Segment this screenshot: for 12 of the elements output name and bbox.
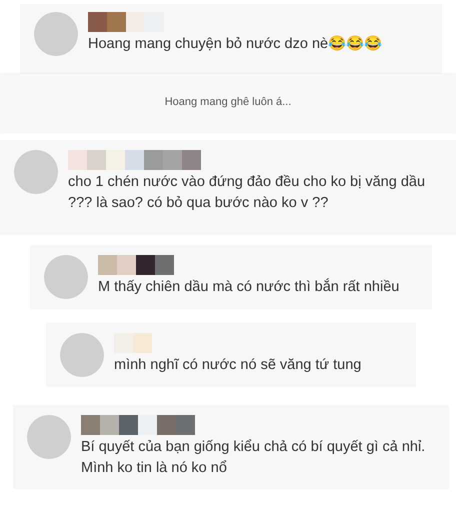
comment-text: mình nghĩ có nước nó sẽ văng tứ tung — [114, 356, 362, 374]
avatar-icon — [60, 332, 104, 376]
avatar-icon — [44, 254, 88, 298]
comment-text: cho 1 chén nước vào đứng đảo đều cho ko bị văng dầu ??? là sao? có bỏ qua bước nào ko v ?? — [68, 172, 426, 213]
comment-text: Bí quyết của bạn giống kiểu chả có bí quyết gì cả nhỉ. Mình ko tin là nó ko nổ — [81, 438, 426, 478]
avatar-icon — [34, 12, 78, 56]
caption-text: Hoang mang ghê luôn á... — [164, 96, 292, 108]
redacted-name-drawing — [114, 332, 152, 352]
avatar-icon — [14, 150, 58, 194]
avatar-icon — [27, 414, 71, 458]
comment-text: Hoang mang chuyện bỏ nước dzo nè😂😂😂 — [88, 34, 382, 54]
comment-text: M thấy chiên dầu mà có nước thì bắn rất nhiều — [98, 277, 400, 296]
